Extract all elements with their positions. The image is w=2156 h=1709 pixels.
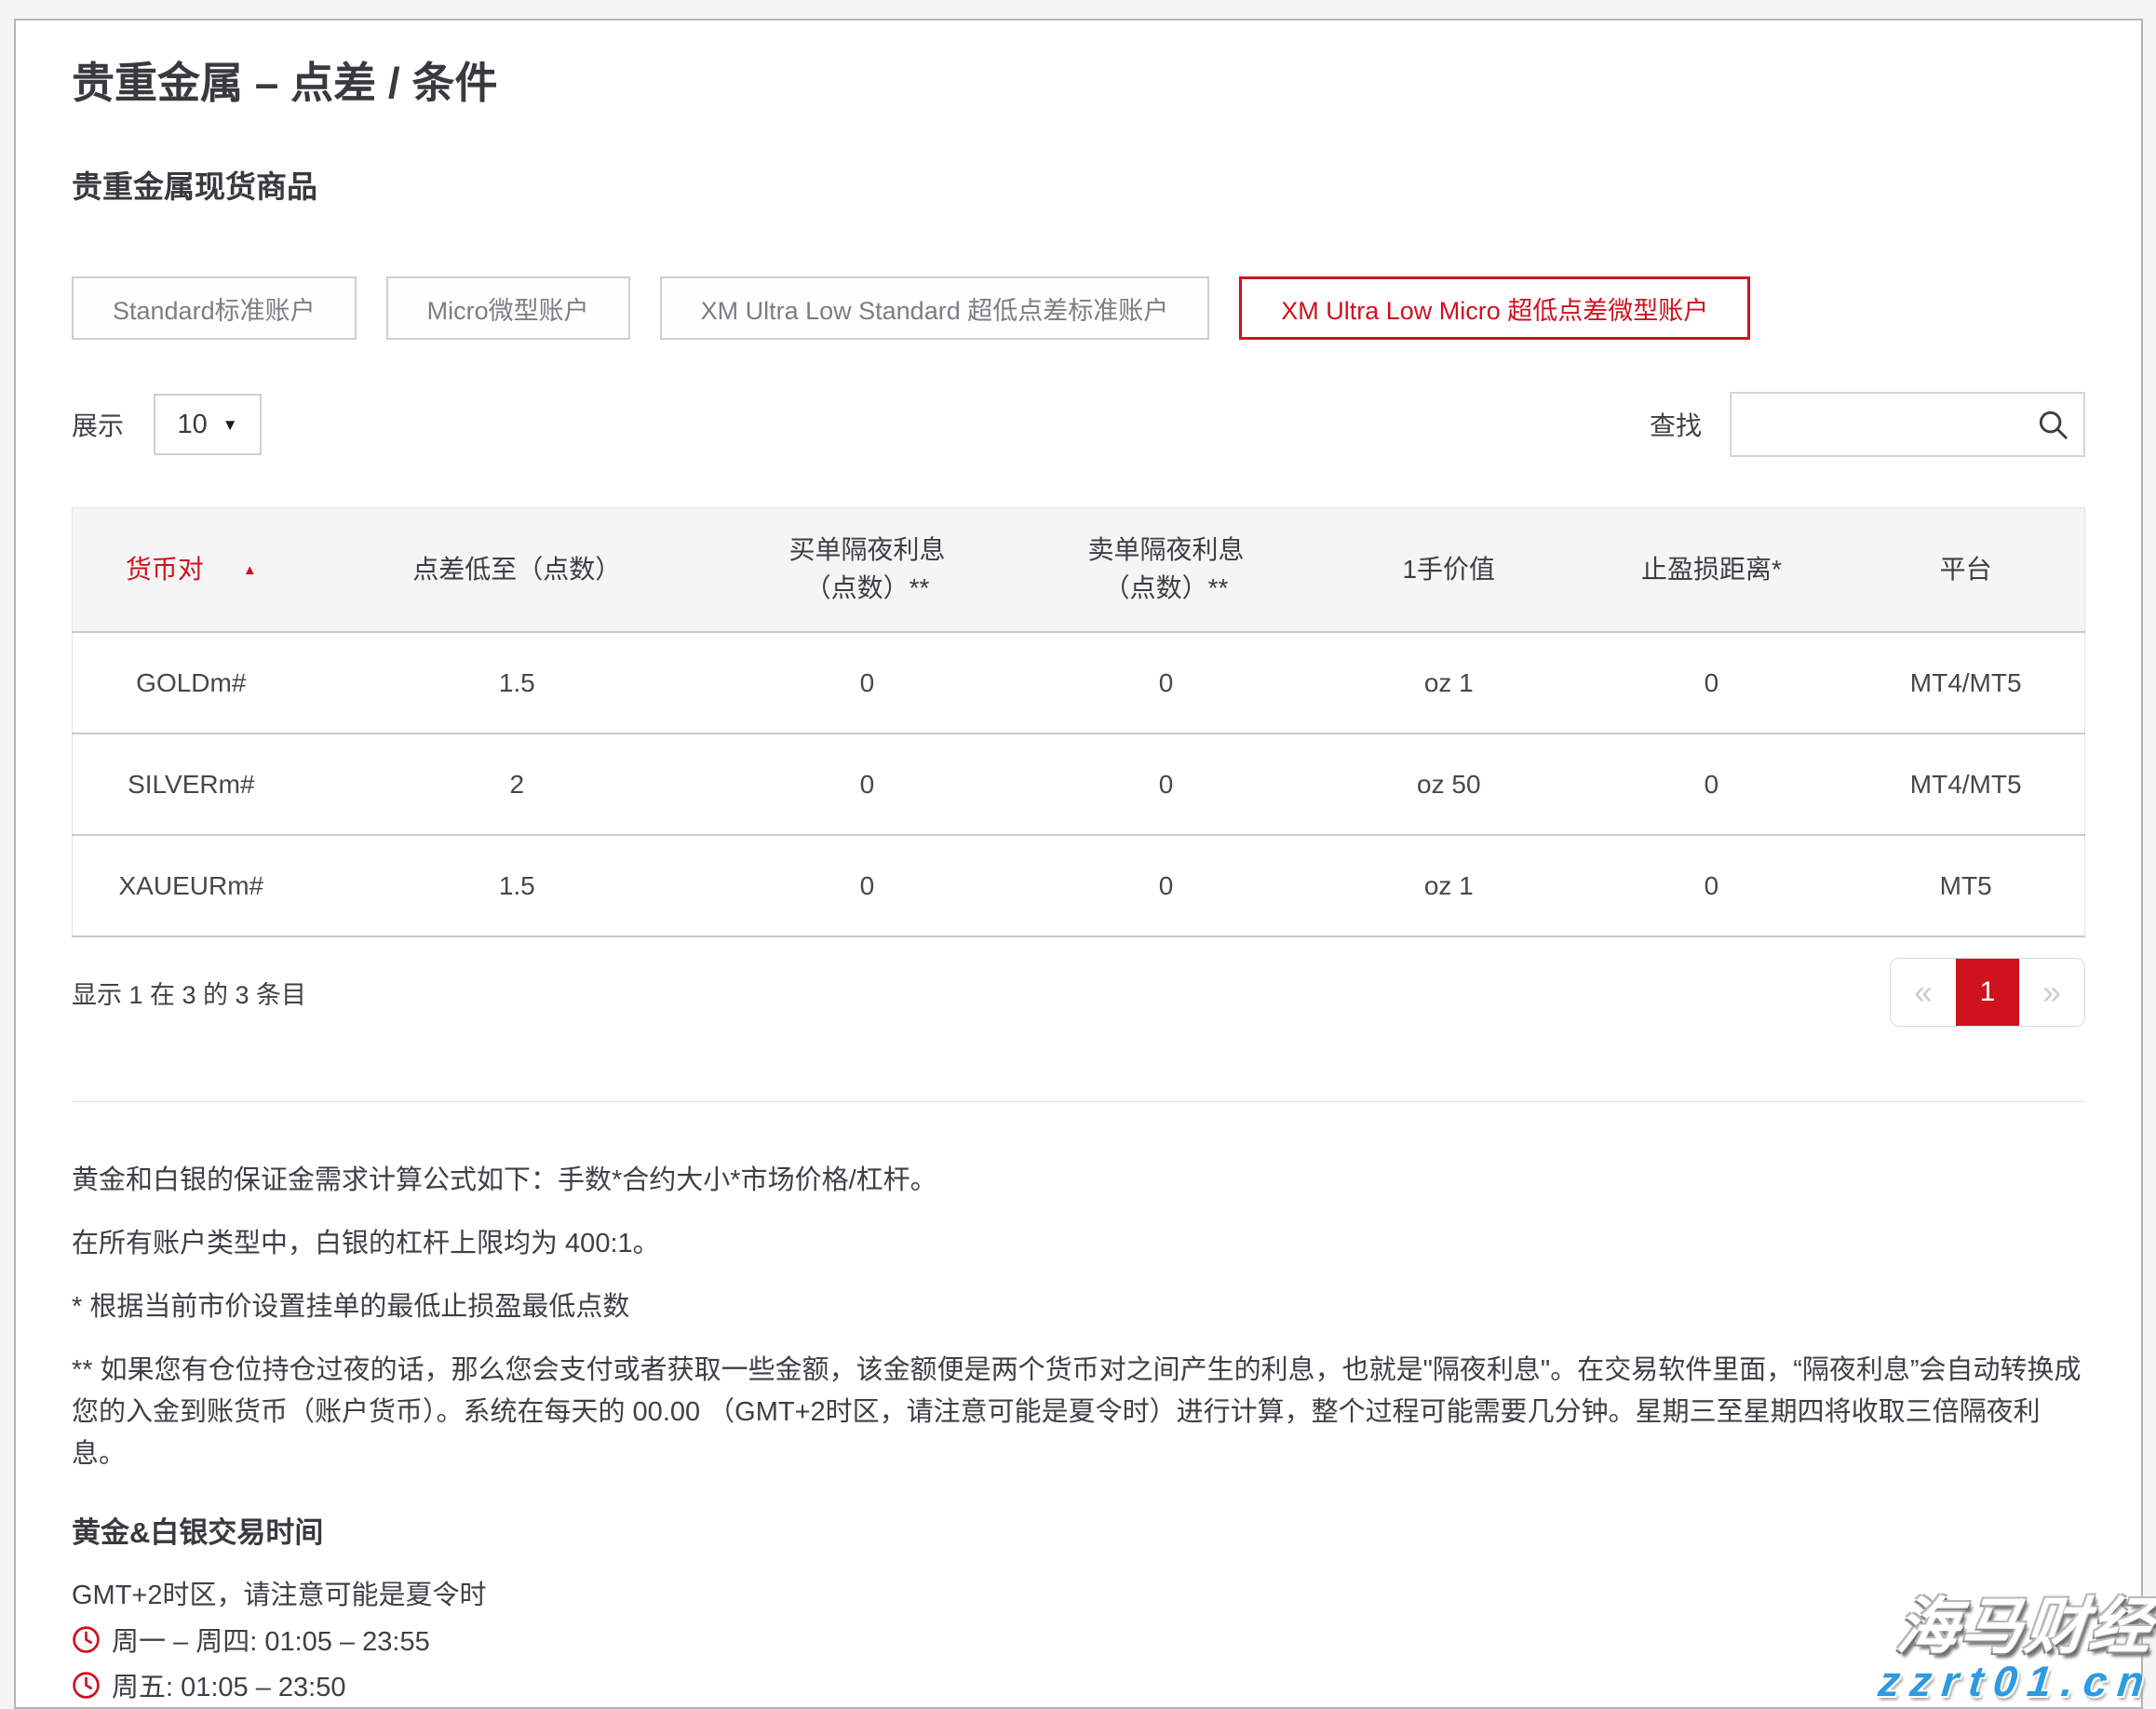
cell-lot-value: oz 50 [1322,733,1575,835]
cell-spread: 2 [310,733,724,835]
table-row: SILVERm# 2 0 0 oz 50 0 MT4/MT5 [73,733,2085,835]
search-box [1730,392,2085,457]
trading-hours-heading: 黄金&白银交易时间 [72,1509,2085,1551]
cell-stop-level: 0 [1575,835,1847,936]
column-header-symbol-label: 货币对 [126,555,204,584]
column-header-spread[interactable]: 点差低至（点数） [310,508,724,633]
pagination: « 1 » [1890,958,2085,1027]
spreads-table: 货币对 ▲ 点差低至（点数） 买单隔夜利息 （点数）** 卖单隔夜利息 （点数）*… [72,507,2085,937]
section-divider [72,1101,2085,1102]
notes-section: 黄金和白银的保证金需求计算公式如下：手数*合约大小*市场价格/杠杆。 在所有账户… [72,1160,2085,1475]
trading-hours-friday-label: 周五: 01:05 – 23:50 [112,1665,346,1704]
tab-ultra-low-standard[interactable]: XM Ultra Low Standard 超低点差标准账户 [660,276,1210,340]
cell-spread: 1.5 [310,632,724,733]
tab-ultra-low-micro[interactable]: XM Ultra Low Micro 超低点差微型账户 [1239,276,1750,340]
page-size-value: 10 [177,410,207,440]
content-panel: 贵重金属 – 点差 / 条件 贵重金属现货商品 Standard标准账户 Mic… [14,19,2143,1709]
cell-lot-value: oz 1 [1322,632,1575,733]
cell-lot-value: oz 1 [1322,835,1575,936]
table-footer: 显示 1 在 3 的 3 条目 « 1 » [72,958,2085,1027]
note-silver-leverage: 在所有账户类型中，白银的杠杆上限均为 400:1。 [72,1223,2085,1265]
account-type-tabs: Standard标准账户 Micro微型账户 XM Ultra Low Stan… [72,276,2085,340]
cell-symbol: GOLDm# [73,632,310,733]
watermark-site: zzrt01.cn [1877,1660,2156,1703]
cell-swap-long: 0 [724,733,1010,835]
cell-platform: MT4/MT5 [1847,733,2084,835]
note-margin-formula: 黄金和白银的保证金需求计算公式如下：手数*合约大小*市场价格/杠杆。 [72,1160,2085,1202]
cell-platform: MT5 [1847,835,2084,936]
cell-swap-long: 0 [724,835,1010,936]
column-header-platform[interactable]: 平台 [1847,508,2084,633]
trading-hours-mon-thu-label: 周一 – 周四: 01:05 – 23:55 [112,1620,430,1659]
note-stop-level: * 根据当前市价设置挂单的最低止损盈最低点数 [72,1286,2085,1328]
trading-hours-friday: 周五: 01:05 – 23:50 [72,1665,2085,1704]
search-icon[interactable] [2035,407,2070,442]
cell-stop-level: 0 [1575,733,1847,835]
cell-swap-short: 0 [1010,835,1322,936]
tab-micro[interactable]: Micro微型账户 [386,276,630,340]
pagination-page-1-button[interactable]: 1 [1956,959,2019,1026]
cell-swap-short: 0 [1010,632,1322,733]
column-header-stop-level[interactable]: 止盈损距离* [1575,508,1847,633]
chevron-down-icon: ▼ [222,417,238,433]
note-swap-explanation: ** 如果您有仓位持仓过夜的话，那么您会支付或者获取一些金额，该金额便是两个货币… [72,1350,2085,1475]
clock-icon [72,1625,101,1654]
page-title: 贵重金属 – 点差 / 条件 [72,20,2085,104]
cell-swap-short: 0 [1010,733,1322,835]
entries-info: 显示 1 在 3 的 3 条目 [72,975,306,1011]
search-input[interactable] [1732,394,2083,455]
search-label: 查找 [1650,406,1702,443]
timezone-note: GMT+2时区，请注意可能是夏令时 [72,1579,2085,1614]
cell-spread: 1.5 [310,835,724,936]
site-watermark: 海马财经 zzrt01.cn [1879,1595,2154,1703]
cell-platform: MT4/MT5 [1847,632,2084,733]
pagination-next-button[interactable]: » [2019,959,2084,1026]
column-header-lot-value[interactable]: 1手价值 [1322,508,1575,633]
cell-stop-level: 0 [1575,632,1847,733]
cell-symbol: SILVERm# [73,733,310,835]
trading-hours-mon-thu: 周一 – 周四: 01:05 – 23:55 [72,1620,2085,1659]
cell-swap-long: 0 [724,632,1010,733]
column-header-swap-short[interactable]: 卖单隔夜利息 （点数）** [1010,508,1322,633]
column-header-symbol[interactable]: 货币对 ▲ [73,508,310,633]
table-header-row: 货币对 ▲ 点差低至（点数） 买单隔夜利息 （点数）** 卖单隔夜利息 （点数）*… [73,508,2085,633]
sort-ascending-icon: ▲ [243,562,257,578]
clock-icon [72,1671,101,1700]
watermark-name: 海马财经 [1876,1595,2156,1658]
table-row: GOLDm# 1.5 0 0 oz 1 0 MT4/MT5 [73,632,2085,733]
cell-symbol: XAUEURm# [73,835,310,936]
table-row: XAUEURm# 1.5 0 0 oz 1 0 MT5 [73,835,2085,936]
page-size-select[interactable]: 10 ▼ [154,394,262,455]
tab-standard[interactable]: Standard标准账户 [72,276,357,340]
show-entries-label: 展示 [72,406,124,443]
page-subtitle: 贵重金属现货商品 [72,171,2085,202]
column-header-swap-long[interactable]: 买单隔夜利息 （点数）** [724,508,1010,633]
pagination-prev-button[interactable]: « [1891,959,1956,1026]
table-controls: 展示 10 ▼ 查找 [72,392,2085,457]
